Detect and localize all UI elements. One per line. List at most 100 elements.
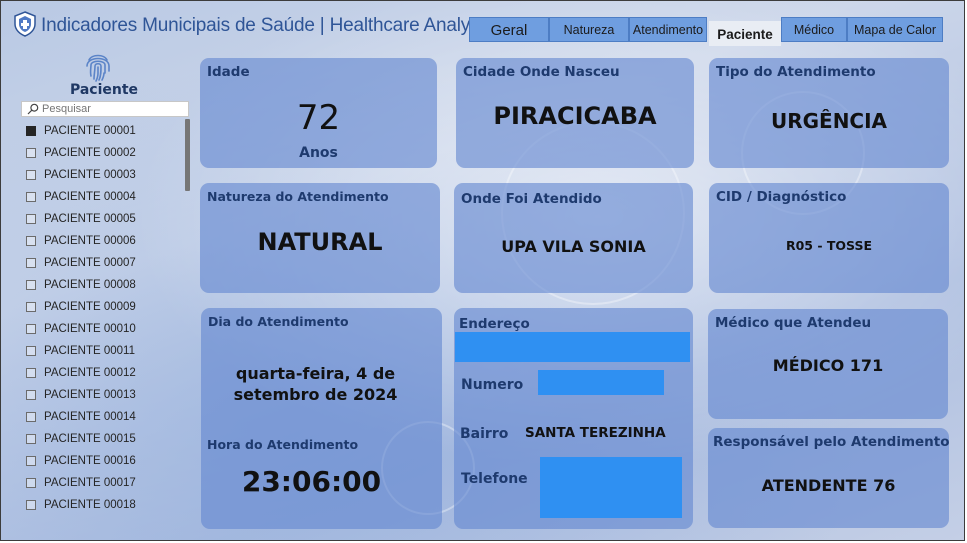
checkbox[interactable]	[26, 280, 36, 290]
list-item[interactable]: PACIENTE 00002	[25, 144, 185, 166]
list-item[interactable]: PACIENTE 00016	[25, 452, 185, 474]
service-nature-value: NATURAL	[257, 228, 383, 256]
list-item[interactable]: PACIENTE 00004	[25, 188, 185, 210]
header-bar: Indicadores Municipais de Saúde | Health…	[1, 1, 964, 49]
list-item[interactable]: PACIENTE 00006	[25, 232, 185, 254]
card-label: Idade	[207, 64, 250, 80]
tab-mapa-de-calor[interactable]: Mapa de Calor	[847, 17, 943, 42]
list-item[interactable]: PACIENTE 00001	[25, 122, 185, 144]
tab-atendimento[interactable]: Atendimento	[629, 17, 707, 42]
checkbox[interactable]	[26, 412, 36, 422]
list-item-label: PACIENTE 00002	[44, 147, 136, 159]
checkbox[interactable]	[26, 192, 36, 202]
list-item-label: PACIENTE 00007	[44, 257, 136, 269]
checkbox[interactable]	[26, 302, 36, 312]
card-label: Médico que Atendeu	[715, 315, 872, 331]
service-date-line1: quarta-feira, 4 de	[235, 364, 396, 383]
card-label: Endereço	[459, 316, 530, 332]
card-label: Tipo do Atendimento	[716, 64, 876, 80]
list-item-label: PACIENTE 00005	[44, 213, 136, 225]
service-location-value: UPA VILA SONIA	[501, 237, 646, 256]
number-redacted	[538, 370, 664, 395]
list-item-label: PACIENTE 00003	[44, 169, 136, 181]
list-item[interactable]: PACIENTE 00009	[25, 298, 185, 320]
card-responsavel-atendimento: Responsável pelo Atendimento ATENDENTE 7…	[708, 428, 950, 528]
checkbox[interactable]	[26, 126, 36, 136]
card-onde-foi-atendido: Onde Foi Atendido UPA VILA SONIA	[454, 183, 693, 293]
card-cidade-nascimento: Cidade Onde Nasceu PIRACICABA	[456, 58, 694, 168]
search-icon	[27, 103, 39, 115]
phone-redacted	[540, 457, 682, 518]
card-natureza-atendimento: Natureza do Atendimento NATURAL	[200, 183, 440, 293]
card-label: Onde Foi Atendido	[461, 191, 602, 207]
tab-medico[interactable]: Médico	[781, 17, 847, 42]
service-time-label: Hora do Atendimento	[207, 437, 359, 452]
service-type-value: URGÊNCIA	[770, 109, 888, 133]
neighborhood-value: SANTA TEREZINHA	[525, 425, 666, 441]
number-label: Numero	[461, 377, 524, 393]
card-dia-hora-atendimento: Dia do Atendimento quarta-feira, 4 de se…	[201, 308, 442, 529]
list-item-label: PACIENTE 00018	[44, 499, 136, 511]
list-item[interactable]: PACIENTE 00003	[25, 166, 185, 188]
list-item-label: PACIENTE 00010	[44, 323, 136, 335]
birth-city-value: PIRACICABA	[493, 102, 657, 130]
card-label: CID / Diagnóstico	[716, 189, 847, 205]
checkbox[interactable]	[26, 170, 36, 180]
tab-natureza[interactable]: Natureza	[549, 17, 629, 42]
checkbox[interactable]	[26, 258, 36, 268]
checkbox[interactable]	[26, 346, 36, 356]
age-value: 72	[296, 98, 341, 138]
city-logo-icon	[14, 11, 36, 37]
checkbox[interactable]	[26, 368, 36, 378]
search-input[interactable]	[42, 102, 182, 116]
patient-slicer: Paciente PACIENTE 00001 PACIENTE 00002 P…	[19, 49, 194, 519]
list-item[interactable]: PACIENTE 00018	[25, 496, 185, 518]
service-date-line2: setembro de 2024	[233, 385, 398, 404]
list-item-label: PACIENTE 00004	[44, 191, 136, 203]
list-item-label: PACIENTE 00014	[44, 411, 136, 423]
service-time-value: 23:06:00	[241, 465, 382, 498]
list-item-label: PACIENTE 00012	[44, 367, 136, 379]
checkbox[interactable]	[26, 434, 36, 444]
list-item[interactable]: PACIENTE 00015	[25, 430, 185, 452]
dashboard-frame: Indicadores Municipais de Saúde | Health…	[0, 0, 965, 541]
list-item[interactable]: PACIENTE 00013	[25, 386, 185, 408]
list-item[interactable]: PACIENTE 00017	[25, 474, 185, 496]
list-item[interactable]: PACIENTE 00008	[25, 276, 185, 298]
checkbox[interactable]	[26, 148, 36, 158]
list-item[interactable]: PACIENTE 00011	[25, 342, 185, 364]
phone-label: Telefone	[461, 471, 528, 487]
list-item[interactable]: PACIENTE 00007	[25, 254, 185, 276]
tab-geral[interactable]: Geral	[469, 17, 549, 42]
list-item-label: PACIENTE 00015	[44, 433, 136, 445]
list-item[interactable]: PACIENTE 00014	[25, 408, 185, 430]
age-unit: Anos	[299, 145, 338, 161]
search-box[interactable]	[21, 101, 189, 117]
list-item-label: PACIENTE 00011	[44, 345, 135, 357]
list-item-label: PACIENTE 00008	[44, 279, 136, 291]
slicer-scrollbar[interactable]	[185, 119, 190, 191]
card-idade: Idade 72 Anos	[200, 58, 437, 168]
checkbox[interactable]	[26, 236, 36, 246]
list-item[interactable]: PACIENTE 00012	[25, 364, 185, 386]
address-redacted	[455, 332, 690, 362]
list-item-label: PACIENTE 00013	[44, 389, 136, 401]
card-label: Cidade Onde Nasceu	[463, 64, 620, 80]
doctor-value: MÉDICO 171	[772, 356, 884, 375]
checkbox[interactable]	[26, 456, 36, 466]
checkbox[interactable]	[26, 478, 36, 488]
slicer-title: Paciente	[69, 82, 139, 98]
checkbox[interactable]	[26, 390, 36, 400]
card-tipo-atendimento: Tipo do Atendimento URGÊNCIA	[709, 58, 949, 168]
checkbox[interactable]	[26, 500, 36, 510]
list-item-label: PACIENTE 00016	[44, 455, 136, 467]
attendant-value: ATENDENTE 76	[761, 476, 896, 495]
checkbox[interactable]	[26, 324, 36, 334]
card-label: Dia do Atendimento	[208, 314, 349, 329]
card-cid-diagnostico: CID / Diagnóstico R05 - TOSSE	[709, 183, 949, 293]
tab-paciente[interactable]: Paciente	[709, 21, 781, 46]
checkbox[interactable]	[26, 214, 36, 224]
fingerprint-icon	[86, 54, 110, 82]
list-item[interactable]: PACIENTE 00010	[25, 320, 185, 342]
list-item[interactable]: PACIENTE 00005	[25, 210, 185, 232]
